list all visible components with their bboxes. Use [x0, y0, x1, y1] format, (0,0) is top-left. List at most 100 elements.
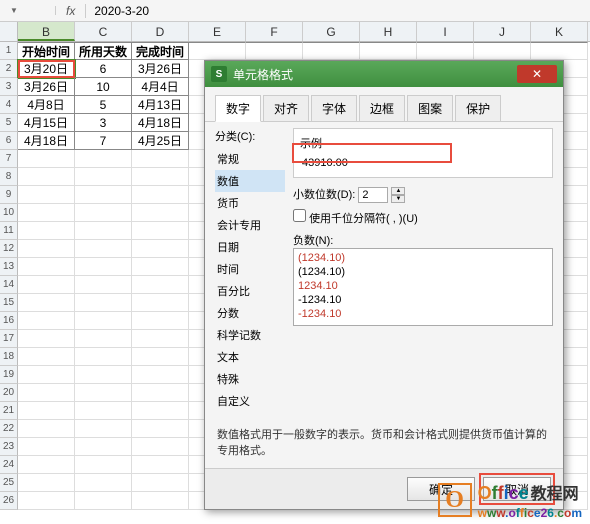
cell[interactable]: [303, 42, 360, 60]
cell[interactable]: 4月15日: [18, 114, 75, 132]
cell[interactable]: [18, 348, 75, 366]
row-header[interactable]: 6: [0, 132, 18, 150]
cell[interactable]: 所用天数: [75, 42, 132, 60]
category-list[interactable]: 常规数值货币会计专用日期时间百分比分数科学记数文本特殊自定义: [215, 148, 285, 412]
cell[interactable]: [75, 312, 132, 330]
cell[interactable]: [18, 258, 75, 276]
cell[interactable]: 4月18日: [18, 132, 75, 150]
cell[interactable]: 4月18日: [132, 114, 189, 132]
cell[interactable]: [75, 222, 132, 240]
negative-list[interactable]: (1234.10)(1234.10)1234.10-1234.10-1234.1…: [293, 248, 553, 326]
decimal-input[interactable]: 2: [358, 187, 388, 203]
cell[interactable]: [18, 402, 75, 420]
row-header[interactable]: 10: [0, 204, 18, 222]
formula-input[interactable]: 2020-3-20: [86, 4, 157, 18]
name-box[interactable]: ▼: [0, 6, 56, 15]
row-header[interactable]: 15: [0, 294, 18, 312]
cell[interactable]: 10: [75, 78, 132, 96]
row-header[interactable]: 18: [0, 348, 18, 366]
tab-边框[interactable]: 边框: [359, 95, 405, 121]
cell[interactable]: 4月25日: [132, 132, 189, 150]
cell[interactable]: [75, 474, 132, 492]
cell[interactable]: [132, 402, 189, 420]
row-header[interactable]: 3: [0, 78, 18, 96]
category-item[interactable]: 常规: [215, 148, 285, 170]
cell[interactable]: [18, 294, 75, 312]
cell[interactable]: [75, 258, 132, 276]
tab-对齐[interactable]: 对齐: [263, 95, 309, 121]
cell[interactable]: [132, 312, 189, 330]
row-header[interactable]: 24: [0, 456, 18, 474]
tab-数字[interactable]: 数字: [215, 95, 261, 122]
cell[interactable]: [18, 312, 75, 330]
cell[interactable]: [189, 42, 246, 60]
cell[interactable]: [531, 42, 588, 60]
category-item[interactable]: 日期: [215, 236, 285, 258]
column-header[interactable]: G: [303, 22, 360, 41]
category-item[interactable]: 分数: [215, 302, 285, 324]
category-item[interactable]: 货币: [215, 192, 285, 214]
row-header[interactable]: 25: [0, 474, 18, 492]
cell[interactable]: [132, 276, 189, 294]
row-header[interactable]: 21: [0, 402, 18, 420]
column-header[interactable]: I: [417, 22, 474, 41]
cell[interactable]: [18, 186, 75, 204]
column-header[interactable]: C: [75, 22, 132, 41]
cell[interactable]: [75, 492, 132, 510]
row-header[interactable]: 22: [0, 420, 18, 438]
row-header[interactable]: 17: [0, 330, 18, 348]
cell[interactable]: 5: [75, 96, 132, 114]
cell[interactable]: 3月20日: [18, 60, 75, 78]
cell[interactable]: [75, 438, 132, 456]
dialog-titlebar[interactable]: S 单元格格式 ✕: [205, 61, 563, 87]
cell[interactable]: [246, 42, 303, 60]
negative-option[interactable]: -1234.10: [296, 293, 550, 307]
cell[interactable]: [360, 42, 417, 60]
cell[interactable]: [132, 330, 189, 348]
spin-up-icon[interactable]: ▲: [391, 187, 405, 195]
cell[interactable]: 4月4日: [132, 78, 189, 96]
cell[interactable]: [132, 168, 189, 186]
column-header[interactable]: D: [132, 22, 189, 41]
cell[interactable]: [132, 240, 189, 258]
cell[interactable]: [132, 438, 189, 456]
category-item[interactable]: 会计专用: [215, 214, 285, 236]
close-icon[interactable]: ✕: [517, 65, 557, 83]
cell[interactable]: [18, 168, 75, 186]
cell[interactable]: [132, 204, 189, 222]
cell[interactable]: [18, 438, 75, 456]
category-item[interactable]: 自定义: [215, 390, 285, 412]
negative-option[interactable]: 1234.10: [296, 279, 550, 293]
spin-down-icon[interactable]: ▼: [391, 195, 405, 203]
cell[interactable]: [75, 186, 132, 204]
negative-option[interactable]: -1234.10: [296, 307, 550, 321]
cell[interactable]: 7: [75, 132, 132, 150]
cell[interactable]: 4月8日: [18, 96, 75, 114]
cell[interactable]: [75, 240, 132, 258]
row-header[interactable]: 13: [0, 258, 18, 276]
column-header[interactable]: J: [474, 22, 531, 41]
column-header[interactable]: B: [18, 22, 75, 41]
cell[interactable]: [132, 150, 189, 168]
cell[interactable]: [132, 222, 189, 240]
row-header[interactable]: 16: [0, 312, 18, 330]
row-header[interactable]: 12: [0, 240, 18, 258]
row-header[interactable]: 19: [0, 366, 18, 384]
select-all-corner[interactable]: [0, 22, 18, 41]
thousands-checkbox[interactable]: [293, 209, 306, 222]
cell[interactable]: [75, 150, 132, 168]
cell[interactable]: [132, 420, 189, 438]
cell[interactable]: [75, 402, 132, 420]
tab-字体[interactable]: 字体: [311, 95, 357, 121]
category-item[interactable]: 百分比: [215, 280, 285, 302]
cell[interactable]: 4月13日: [132, 96, 189, 114]
cell[interactable]: [75, 330, 132, 348]
cell[interactable]: 开始时间: [18, 42, 75, 60]
negative-option[interactable]: (1234.10): [296, 251, 550, 265]
cell[interactable]: [132, 294, 189, 312]
cell[interactable]: [75, 276, 132, 294]
cell[interactable]: [75, 366, 132, 384]
cell[interactable]: [18, 492, 75, 510]
cell[interactable]: [132, 186, 189, 204]
cell[interactable]: 完成时间: [132, 42, 189, 60]
